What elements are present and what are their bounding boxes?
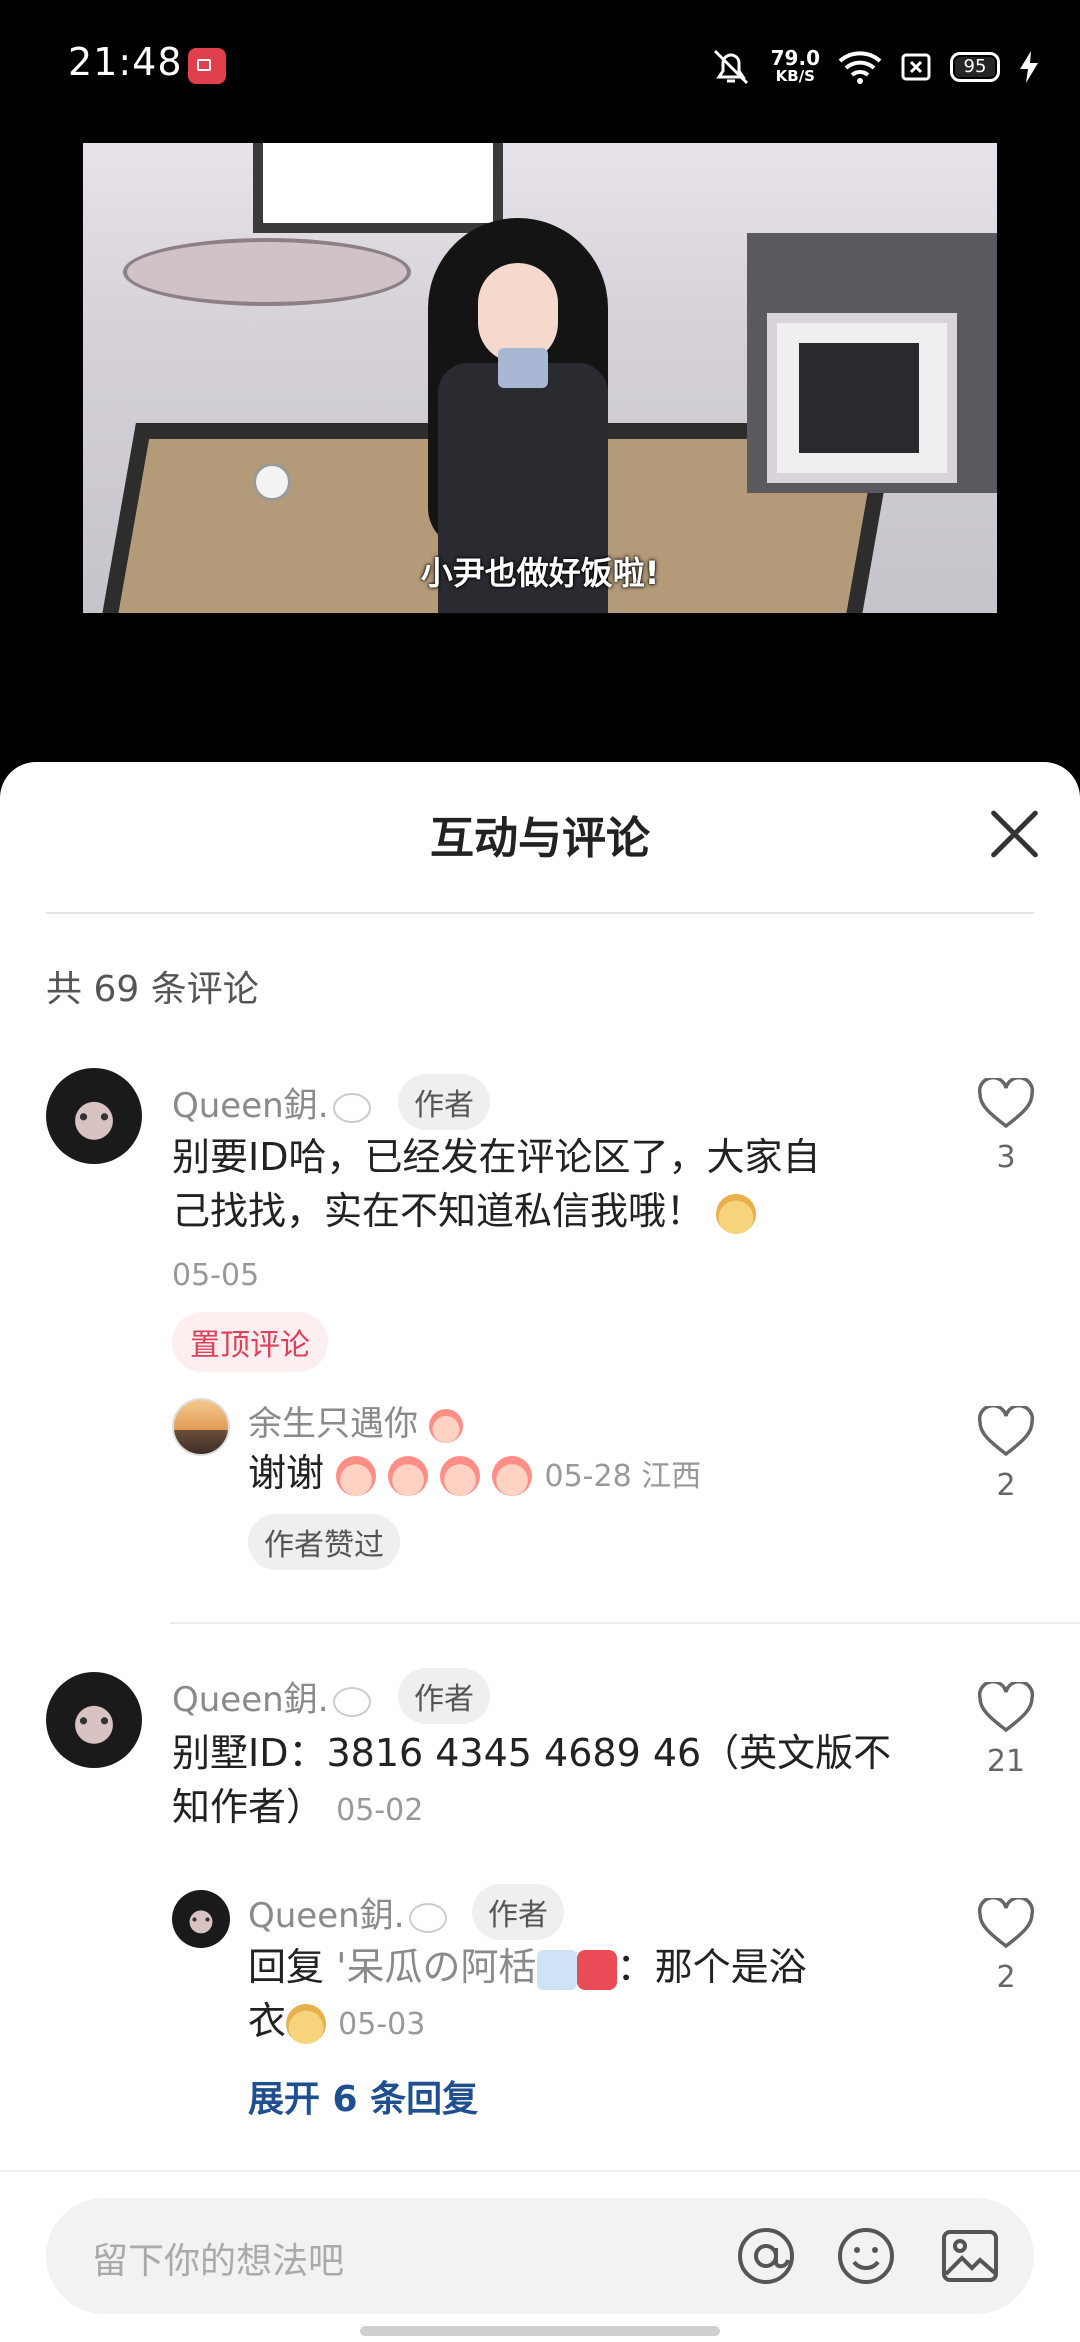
author-badge: 作者	[472, 1884, 564, 1940]
expand-replies-button[interactable]: 展开 6 条回复	[248, 2070, 478, 2122]
emoji-icon[interactable]	[836, 2226, 896, 2286]
author-badge: 作者	[398, 1074, 490, 1130]
emoji-icon	[440, 1455, 481, 1496]
wifi-icon	[838, 51, 882, 84]
reply-text: 回复 '呆瓜の阿栝 ：那个是浴 衣 05-03	[248, 1945, 807, 2044]
home-indicator[interactable]	[360, 2326, 720, 2336]
bubble-icon	[332, 1092, 371, 1123]
author-liked-badge: 作者赞过	[248, 1514, 400, 1570]
emoji-icon	[492, 1455, 533, 1496]
comment-count: 共 69 条评论	[46, 969, 259, 1010]
emoji-icon	[336, 1455, 377, 1496]
close-icon[interactable]	[986, 806, 1042, 862]
video-scene-oven	[767, 313, 957, 483]
bubble-icon	[332, 1686, 371, 1717]
video-subtitle: 小尹也做好饭啦!	[420, 554, 660, 592]
comment-date: 05-05	[172, 1258, 260, 1293]
heart-icon	[977, 1406, 1035, 1457]
divider	[170, 1622, 1080, 1624]
video-character-collar	[498, 348, 548, 388]
comments-sheet: 互动与评论 共 69 条评论 Queen鈅. 作者 别要ID哈，已经发在评论区了…	[0, 762, 1080, 2340]
avatar[interactable]	[46, 1068, 142, 1164]
camera-record-icon	[188, 48, 226, 84]
heart-icon	[977, 1898, 1035, 1949]
heart-icon	[977, 1682, 1035, 1733]
video-scene-window	[253, 143, 503, 233]
divider	[46, 912, 1034, 914]
comment-username[interactable]: Queen鈅.	[172, 1672, 371, 1721]
like-button[interactable]: 21	[966, 1682, 1046, 1779]
bubble-icon	[408, 1902, 447, 1933]
emoji-icon	[286, 2003, 327, 2044]
comment-text: 别要ID哈，已经发在评论区了，大家自 己找找，实在不知道私信我哦！	[172, 1135, 821, 1234]
pinned-badge: 置顶评论	[172, 1312, 328, 1372]
reply-text: 谢谢 05-28 江西	[248, 1451, 702, 1496]
ribbon-icon	[576, 1949, 617, 1990]
avatar[interactable]	[172, 1890, 230, 1948]
hearts-emoji-icon	[428, 1408, 463, 1443]
emoji-icon	[388, 1455, 429, 1496]
image-icon[interactable]	[940, 2226, 1000, 2286]
reply-username[interactable]: Queen鈅.	[248, 1888, 447, 1937]
like-count: 21	[986, 1744, 1026, 1779]
at-icon[interactable]	[736, 2226, 796, 2286]
author-badge: 作者	[398, 1668, 490, 1724]
like-count: 3	[996, 1140, 1016, 1175]
like-count: 2	[996, 1468, 1016, 1503]
like-button[interactable]: 3	[966, 1078, 1046, 1175]
emoji-icon	[716, 1193, 757, 1234]
sim-icon	[901, 53, 931, 81]
comment-username[interactable]: Queen鈅.	[172, 1078, 371, 1127]
battery-icon: 95	[950, 52, 1000, 82]
network-speed: 79.0 KB/S	[770, 46, 820, 85]
avatar[interactable]	[46, 1672, 142, 1768]
calendar-icon	[536, 1949, 577, 1990]
reply-username[interactable]: 余生只遇你	[248, 1396, 463, 1445]
comment-input[interactable]: 留下你的想法吧	[46, 2198, 1034, 2314]
like-button[interactable]: 2	[966, 1406, 1046, 1503]
comment-text: 别墅ID：3816 4345 4689 46（英文版不 知作者） 05-02	[172, 1731, 892, 1829]
video-scene-rug	[123, 238, 411, 306]
video-player[interactable]: 小尹也做好饭啦!	[83, 143, 997, 613]
input-placeholder: 留下你的想法吧	[92, 2241, 345, 2282]
heart-icon	[977, 1078, 1035, 1129]
like-button[interactable]: 2	[966, 1898, 1046, 1995]
touch-indicator	[253, 463, 291, 501]
like-count: 2	[996, 1960, 1016, 1995]
sheet-title: 互动与评论	[430, 813, 650, 864]
clock: 21:48	[68, 40, 183, 84]
avatar[interactable]	[172, 1398, 230, 1456]
reply-date-location: 05-28 江西	[544, 1459, 702, 1494]
status-bar: 21:48 79.0 KB/S 95	[0, 0, 1080, 130]
comment-input-bar: 留下你的想法吧	[0, 2170, 1080, 2342]
charging-icon	[1020, 51, 1038, 83]
mute-icon	[713, 49, 748, 85]
